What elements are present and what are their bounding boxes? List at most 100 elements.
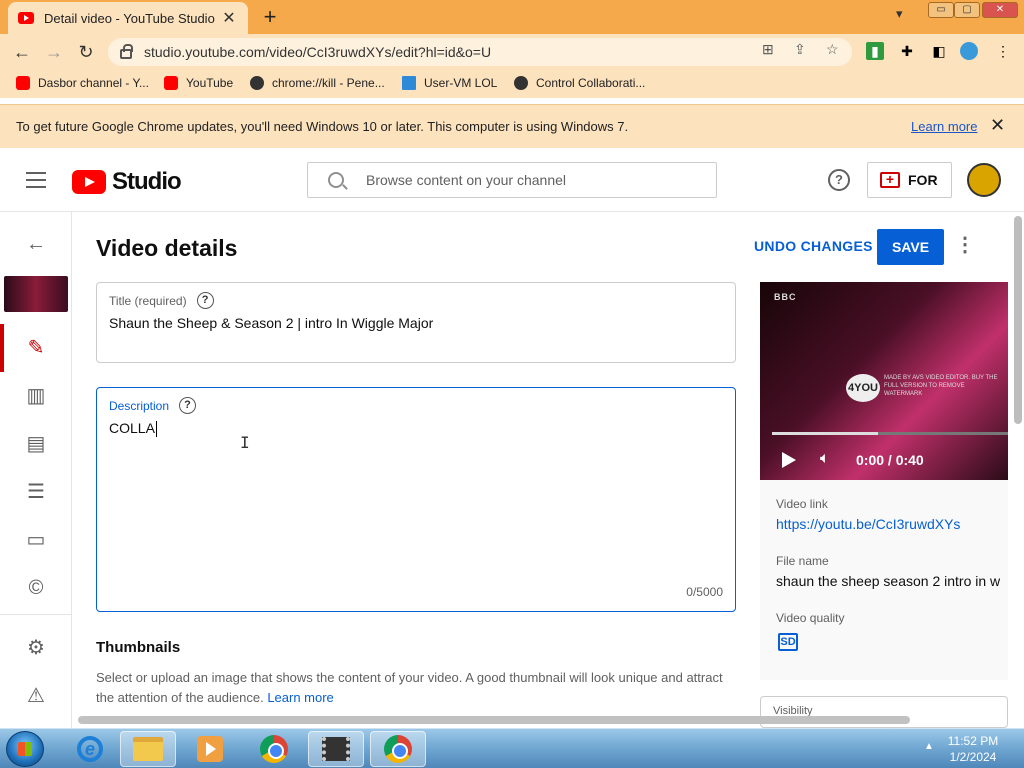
description-label-text: Description — [109, 398, 170, 413]
help-icon[interactable]: ? — [828, 169, 850, 191]
back-arrow-icon[interactable]: ← — [24, 232, 48, 256]
bookmark-label: User-VM LOL — [424, 76, 498, 90]
update-infobar: To get future Google Chrome updates, you… — [0, 104, 1024, 148]
hamburger-menu-icon[interactable] — [26, 172, 46, 188]
i-beam-cursor-icon: I — [240, 433, 250, 452]
nav-settings-gear-icon[interactable]: ⚙ — [24, 636, 48, 660]
volume-icon[interactable]: 🔈︎ — [820, 450, 830, 468]
nav-feedback-icon[interactable]: ⚠ — [24, 684, 48, 708]
video-link[interactable]: https://youtu.be/CcI3ruwdXYs — [776, 516, 960, 532]
horizontal-scrollbar[interactable] — [72, 714, 1012, 726]
account-avatar[interactable] — [967, 163, 1001, 197]
back-arrow-icon[interactable]: ← — [10, 40, 34, 64]
more-options-icon[interactable]: ⋮ — [955, 232, 975, 257]
nav-subtitles-icon[interactable]: ▭ — [24, 528, 48, 552]
horizontal-scroll-thumb[interactable] — [78, 716, 910, 724]
share-icon[interactable]: ⇪ — [794, 41, 806, 58]
create-button[interactable]: + FOR — [867, 162, 952, 198]
active-nav-indicator — [0, 324, 4, 372]
taskbar-chrome[interactable] — [246, 731, 302, 767]
play-icon[interactable] — [782, 452, 796, 468]
system-clock[interactable]: 11:52 PM 1/2/2024 — [940, 733, 1006, 765]
bookmarks-bar: Dasbor channel - Y... YouTube chrome://k… — [0, 70, 1024, 98]
taskbar-internet-explorer[interactable]: e — [62, 731, 118, 767]
profile-avatar-icon[interactable] — [960, 42, 978, 60]
nav-copyright-icon[interactable]: © — [24, 576, 48, 600]
taskbar-file-explorer[interactable] — [120, 731, 176, 767]
undo-changes-button[interactable]: UNDO CHANGES — [754, 238, 873, 254]
vertical-scrollbar[interactable] — [1012, 212, 1024, 728]
help-question-icon[interactable]: ? — [179, 397, 197, 414]
new-tab-button[interactable]: + — [258, 4, 282, 30]
extensions-puzzle-icon[interactable]: ✚ — [898, 42, 916, 60]
description-counter: 0/5000 — [686, 585, 723, 599]
thumbnails-learn-more-link[interactable]: Learn more — [267, 690, 333, 705]
video-link-label: Video link — [776, 497, 828, 511]
tab-close-icon[interactable]: ✕ — [220, 8, 238, 28]
side-panel-icon[interactable]: ◧ — [930, 42, 948, 60]
description-field[interactable]: Description ? COLLA 0/5000 — [96, 387, 736, 612]
studio-logo[interactable]: Studio — [72, 168, 182, 196]
bookmark-label: Dasbor channel - Y... — [38, 76, 149, 90]
taskbar-chrome-active[interactable] — [370, 731, 426, 767]
forward-arrow-icon[interactable]: → — [42, 40, 66, 64]
left-nav: ← ✎ ▥ ▤ ☰ ▭ © ⚙ ⚠ — [0, 212, 72, 728]
reload-icon[interactable]: ↻ — [74, 40, 98, 64]
help-question-icon[interactable]: ? — [196, 292, 214, 309]
taskbar-media-player[interactable] — [182, 731, 238, 767]
bookmark-label: chrome://kill - Pene... — [272, 76, 385, 90]
editor-watermark: MADE BY AVS VIDEO EDITOR. BUY THE FULL V… — [884, 375, 998, 397]
close-window-button[interactable]: ✕ — [982, 2, 1018, 18]
save-button[interactable]: SAVE — [877, 229, 944, 265]
title-field[interactable]: Title (required) ? Shaun the Sheep & Sea… — [96, 282, 736, 363]
bookmark-dasbor[interactable]: Dasbor channel - Y... — [16, 76, 149, 90]
infobar-learn-more-link[interactable]: Learn more — [911, 119, 977, 134]
infobar-close-icon[interactable]: ✕ — [990, 115, 1005, 136]
tab-strip: Detail video - YouTube Studio ✕ + ▾ ▭ ▢ … — [0, 0, 1024, 34]
nav-analytics-icon[interactable]: ▥ — [24, 384, 48, 408]
progress-fill — [772, 432, 879, 435]
thumbnails-description: Select or upload an image that shows the… — [96, 668, 736, 708]
tab-search-chevron-icon[interactable]: ▾ — [896, 6, 903, 22]
show-hidden-icons-icon[interactable]: ▲ — [924, 741, 934, 752]
bookmark-control-collab[interactable]: Control Collaborati... — [514, 76, 645, 90]
bookmark-chrome-kill[interactable]: chrome://kill - Pene... — [250, 76, 385, 90]
video-thumbnail[interactable] — [4, 276, 68, 312]
maximize-button[interactable]: ▢ — [954, 2, 980, 18]
bookmark-user-vm[interactable]: User-VM LOL — [402, 76, 497, 90]
chrome-icon — [384, 735, 412, 763]
browser-tab-active[interactable]: Detail video - YouTube Studio ✕ — [8, 2, 248, 34]
minimize-button[interactable]: ▭ — [928, 2, 954, 18]
thumbnails-heading: Thumbnails — [96, 639, 181, 656]
video-quality-label: Video quality — [776, 611, 845, 625]
chrome-icon — [250, 76, 264, 90]
studio-header: Studio Browse content on your channel ? … — [0, 148, 1024, 212]
progress-bar[interactable] — [772, 432, 1008, 435]
extension-green-icon[interactable]: ▮ — [866, 42, 884, 60]
bookmark-star-icon[interactable]: ☆ — [826, 41, 839, 58]
start-button[interactable] — [6, 731, 44, 767]
channel-search-input[interactable]: Browse content on your channel — [307, 162, 717, 198]
create-video-icon: + — [880, 172, 900, 188]
taskbar-movie-maker[interactable] — [308, 731, 364, 767]
youtube-logo-icon — [72, 170, 106, 194]
address-bar[interactable]: studio.youtube.com/video/CcI3ruwdXYs/edi… — [108, 38, 852, 66]
vertical-scroll-thumb[interactable] — [1014, 216, 1022, 424]
sd-quality-badge: SD — [778, 633, 798, 651]
chrome-icon — [260, 735, 288, 763]
description-text: COLLA — [109, 420, 155, 436]
nav-editor-clapper-icon[interactable]: ▤ — [24, 432, 48, 456]
nav-details-pencil-icon[interactable]: ✎ — [24, 336, 48, 360]
translate-icon[interactable]: ⊞ — [762, 41, 774, 58]
youtube-icon — [164, 76, 178, 90]
title-value: Shaun the Sheep & Season 2 | intro In Wi… — [109, 315, 434, 331]
video-preview-player[interactable]: BBC 4YOU MADE BY AVS VIDEO EDITOR. BUY T… — [760, 282, 1008, 480]
chrome-menu-icon[interactable]: ⋮ — [994, 42, 1012, 60]
title-field-label: Title (required) ? — [109, 292, 214, 309]
bbc-watermark: BBC — [774, 292, 797, 302]
nav-comments-icon[interactable]: ☰ — [24, 480, 48, 504]
description-field-label: Description ? — [109, 397, 197, 414]
movie-maker-icon — [322, 737, 350, 761]
file-name-label: File name — [776, 554, 829, 568]
bookmark-youtube[interactable]: YouTube — [164, 76, 233, 90]
